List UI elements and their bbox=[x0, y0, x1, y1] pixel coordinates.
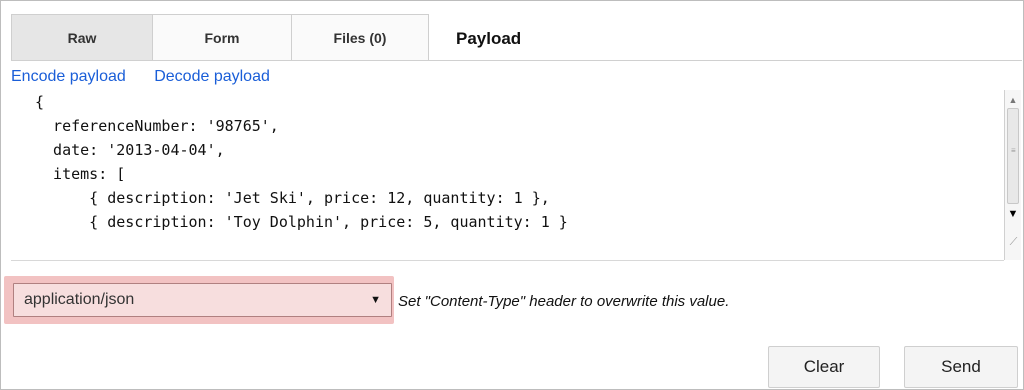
payload-editor[interactable]: { referenceNumber: '98765', date: '2013-… bbox=[11, 90, 1004, 261]
payload-title: Payload bbox=[456, 29, 522, 48]
tab-form[interactable]: Form bbox=[152, 14, 292, 60]
content-type-select[interactable]: application/json ▼ bbox=[13, 283, 392, 317]
tab-files[interactable]: Files (0) bbox=[291, 14, 429, 60]
scrollbar-thumb[interactable]: ≡ bbox=[1007, 108, 1019, 204]
payload-links: Encode payload Decode payload bbox=[11, 68, 270, 86]
content-type-highlight: application/json ▼ bbox=[4, 276, 394, 324]
resize-handle-icon[interactable]: ⟋ bbox=[1006, 236, 1021, 256]
divider bbox=[11, 60, 1022, 61]
encode-payload-link[interactable]: Encode payload bbox=[11, 68, 126, 85]
content-type-value: application/json bbox=[24, 291, 135, 308]
tab-raw[interactable]: Raw bbox=[11, 14, 153, 60]
send-button[interactable]: Send bbox=[904, 346, 1018, 388]
editor-scrollbar[interactable]: ▲ ≡ ▼ ⟋ bbox=[1004, 90, 1021, 260]
payload-code[interactable]: { referenceNumber: '98765', date: '2013-… bbox=[35, 90, 568, 234]
grip-icon: ≡ bbox=[1011, 146, 1016, 155]
scroll-up-icon[interactable]: ▲ bbox=[1005, 92, 1021, 108]
chevron-down-icon: ▼ bbox=[370, 294, 381, 306]
decode-payload-link[interactable]: Decode payload bbox=[154, 68, 270, 85]
scroll-down-icon[interactable]: ▼ bbox=[1005, 206, 1021, 222]
payload-tabs: Raw Form Files (0) bbox=[11, 14, 429, 60]
clear-button[interactable]: Clear bbox=[768, 346, 880, 388]
content-type-hint: Set "Content-Type" header to overwrite t… bbox=[398, 293, 730, 310]
